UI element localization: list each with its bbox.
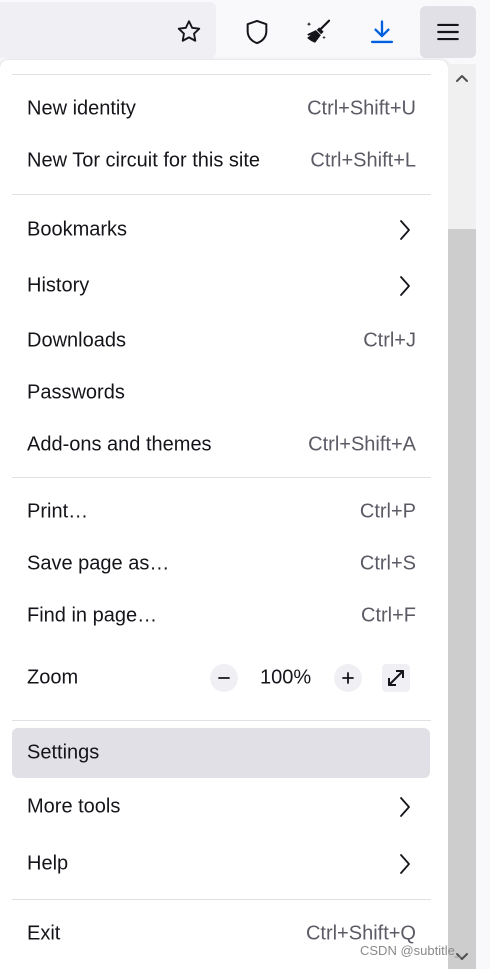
menu-item-bookmarks[interactable]: Bookmarks <box>12 205 430 255</box>
menu-item-settings[interactable]: Settings <box>12 728 430 778</box>
menu-item-label: History <box>27 274 90 297</box>
toolbar <box>0 0 490 64</box>
app-menu-button[interactable] <box>420 6 476 58</box>
chevron-right-icon <box>398 275 412 297</box>
zoom-in-button[interactable] <box>334 664 362 692</box>
menu-item-addons-and-themes[interactable]: Add-ons and themes Ctrl+Shift+A <box>12 420 430 470</box>
zoom-controls: Zoom 100% <box>12 653 430 703</box>
chevron-right-icon <box>398 796 412 818</box>
new-identity-button[interactable] <box>294 6 344 58</box>
window-edge <box>476 64 490 969</box>
menu-item-shortcut: Ctrl+Shift+A <box>308 433 416 456</box>
menu-item-shortcut: Ctrl+S <box>359 552 416 575</box>
chevron-right-icon <box>398 853 412 875</box>
menu-item-label: Help <box>27 852 69 875</box>
menu-item-history[interactable]: History <box>12 261 430 311</box>
watermark: CSDN @subtitle_ <box>360 943 463 958</box>
plus-icon <box>342 672 354 684</box>
download-icon <box>370 20 394 44</box>
menu-item-label: Add-ons and themes <box>27 433 212 456</box>
menu-item-find-in-page[interactable]: Find in page… Ctrl+F <box>12 591 430 641</box>
menu-separator <box>12 477 431 478</box>
menu-item-label: Bookmarks <box>27 218 128 241</box>
fullscreen-icon <box>388 670 404 686</box>
menu-item-shortcut: Ctrl+F <box>361 604 416 627</box>
zoom-label: Zoom <box>27 666 79 689</box>
urlbar-end[interactable] <box>0 2 216 58</box>
menu-item-downloads[interactable]: Downloads Ctrl+J <box>12 316 430 366</box>
menu-item-label: Settings <box>27 741 100 764</box>
zoom-out-button[interactable] <box>210 664 238 692</box>
menu-separator <box>12 194 431 195</box>
menu-item-label: Print… <box>27 500 89 523</box>
menu-item-more-tools[interactable]: More tools <box>12 782 430 832</box>
tracking-protection-button[interactable] <box>232 6 282 58</box>
menu-item-label: Save page as… <box>27 552 170 575</box>
menu-item-label: More tools <box>27 795 121 818</box>
app-menu-panel: New identity Ctrl+Shift+U New Tor circui… <box>0 60 448 969</box>
page-scrollbar[interactable] <box>448 64 476 969</box>
broom-icon <box>306 19 331 43</box>
zoom-reset-button[interactable]: 100% <box>260 667 311 690</box>
menu-item-label: Exit <box>27 922 61 945</box>
chevron-up-icon <box>456 75 468 82</box>
menu-item-label: New identity <box>27 97 136 120</box>
menu-item-shortcut: Ctrl+Shift+L <box>310 149 416 172</box>
chevron-right-icon <box>398 219 412 241</box>
menu-item-label: Find in page… <box>27 604 158 627</box>
downloads-button[interactable] <box>357 6 407 58</box>
shield-icon <box>246 19 268 45</box>
menu-item-new-tor-circuit[interactable]: New Tor circuit for this site Ctrl+Shift… <box>12 136 430 186</box>
menu-item-shortcut: Ctrl+J <box>363 329 416 352</box>
star-icon <box>177 20 201 42</box>
bookmark-star-button[interactable] <box>164 6 214 58</box>
menu-item-passwords[interactable]: Passwords <box>12 368 430 418</box>
menu-item-save-page-as[interactable]: Save page as… Ctrl+S <box>12 539 430 589</box>
scroll-up-button[interactable] <box>448 64 476 92</box>
menu-item-new-identity[interactable]: New identity Ctrl+Shift+U <box>12 84 430 134</box>
fullscreen-button[interactable] <box>382 664 410 692</box>
hamburger-menu-icon <box>437 23 459 41</box>
menu-item-label: New Tor circuit for this site <box>27 149 261 172</box>
scroll-thumb[interactable] <box>448 229 476 969</box>
menu-item-label: Passwords <box>27 381 125 404</box>
menu-separator <box>12 74 431 75</box>
minus-icon <box>218 677 230 679</box>
menu-item-help[interactable]: Help <box>12 839 430 889</box>
menu-separator <box>12 899 431 900</box>
menu-item-shortcut: Ctrl+P <box>359 500 416 523</box>
menu-item-print[interactable]: Print… Ctrl+P <box>12 487 430 537</box>
menu-item-label: Downloads <box>27 329 126 352</box>
menu-separator <box>12 720 431 721</box>
menu-item-shortcut: Ctrl+Shift+U <box>307 97 416 120</box>
